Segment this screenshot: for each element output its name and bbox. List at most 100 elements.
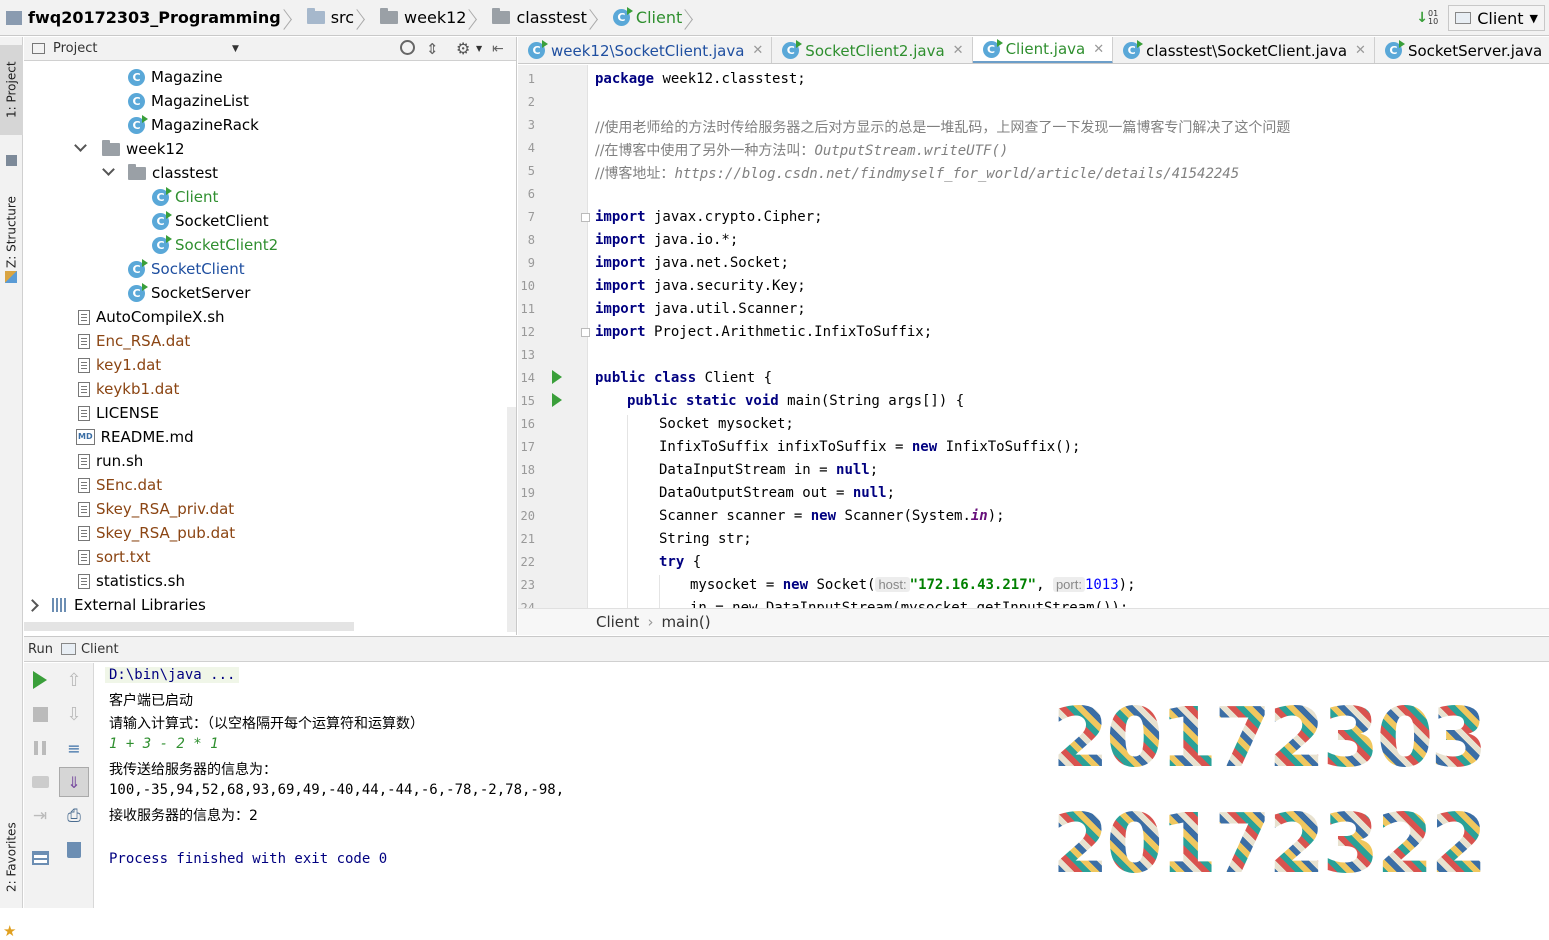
tree-item[interactable]: SEnc.dat — [78, 473, 162, 497]
horizontal-scrollbar[interactable] — [24, 622, 354, 631]
layout-icon[interactable] — [29, 847, 51, 869]
project-panel: Project ▼ ⇕ ⚙ ▼ ⇤ C Magazine C MagazineList… — [24, 37, 517, 635]
tree-item[interactable]: C SocketClient — [152, 209, 269, 233]
project-panel-header: Project ▼ ⇕ ⚙ ▼ ⇤ — [24, 37, 516, 61]
tree-item-label: Skey_RSA_pub.dat — [96, 524, 236, 542]
class-icon: C — [128, 68, 145, 86]
login-icon[interactable]: ⇥ — [29, 805, 51, 827]
editor-tab[interactable]: Cclasstest\SocketClient.java ✕ — [1113, 37, 1375, 63]
tree-item[interactable]: External Libraries — [52, 593, 206, 617]
pause-icon[interactable] — [29, 737, 51, 759]
tab-favorites[interactable]: 2: Favorites — [0, 812, 23, 902]
fold-icon[interactable] — [581, 213, 590, 222]
run-configuration-select[interactable]: Client ▼ — [1448, 5, 1545, 31]
down-arrow-icon[interactable]: ⇩ — [63, 703, 85, 725]
tree-item[interactable]: statistics.sh — [78, 569, 185, 593]
breadcrumb-src[interactable]: src — [306, 0, 354, 36]
tree-item-label: MagazineRack — [151, 116, 259, 134]
tree-item[interactable]: C SocketClient — [128, 257, 245, 281]
target-icon[interactable] — [400, 40, 415, 55]
chevron-right-icon[interactable] — [26, 599, 39, 612]
scroll-to-end-icon[interactable]: ⇓ — [59, 767, 89, 797]
breadcrumb-method[interactable]: main() — [661, 613, 710, 631]
tree-item[interactable]: key1.dat — [78, 353, 161, 377]
chevron-down-icon[interactable] — [102, 163, 115, 176]
line-number: 5 — [527, 164, 535, 178]
tree-item[interactable]: C Client — [152, 185, 218, 209]
tab-project[interactable]: 1: Project — [0, 45, 23, 135]
tree-item[interactable]: classtest — [128, 161, 218, 185]
file-icon — [78, 501, 90, 517]
overlay-number-1: 20172303 — [1052, 691, 1485, 786]
tree-item[interactable]: C MagazineList — [128, 89, 249, 113]
tree-item[interactable]: AutoCompileX.sh — [78, 305, 225, 329]
close-icon[interactable]: ✕ — [1355, 43, 1366, 58]
tree-item[interactable]: Enc_RSA.dat — [78, 329, 190, 353]
editor-tab-label: Client.java — [1005, 40, 1086, 58]
camera-icon[interactable] — [29, 771, 51, 793]
runnable-class-icon: C — [152, 186, 172, 206]
breadcrumb-client[interactable]: C Client — [612, 0, 682, 36]
code-line: public static void main(String args[]) { — [627, 393, 965, 409]
console-output[interactable]: D:\bin\java ... 客户端已启动 请输入计算式：（以空格隔开每个运算符和… — [95, 663, 1549, 908]
print-icon[interactable]: ⎙ — [63, 805, 85, 827]
tree-item[interactable]: C MagazineRack — [128, 113, 259, 137]
library-icon — [52, 598, 68, 612]
up-arrow-icon[interactable]: ⇧ — [63, 669, 85, 691]
tree-item[interactable]: LICENSE — [78, 401, 159, 425]
runnable-class-icon: C — [982, 38, 1003, 58]
code-editor[interactable]: 1 2 3 4 5 6 7 8 9 10 11 12 13 14 15 16 17 18 19 20 21 22 23 24 … — [518, 65, 1549, 608]
chevron-down-icon[interactable] — [74, 139, 87, 152]
hide-panel-icon[interactable]: ⇤ — [492, 41, 504, 57]
tree-item[interactable]: keykb1.dat — [78, 377, 179, 401]
editor-tab[interactable]: C Client.java ✕ — [972, 37, 1114, 63]
run-gutter-icon[interactable] — [552, 393, 562, 407]
tree-item[interactable]: C Magazine — [128, 65, 223, 89]
stop-icon[interactable] — [29, 703, 51, 725]
gear-icon[interactable]: ⚙ — [456, 39, 470, 58]
collapse-all-icon[interactable]: ⇕ — [426, 40, 439, 58]
tab-structure[interactable]: Z: Structure — [0, 187, 23, 277]
tree-item[interactable]: sort.txt — [78, 545, 150, 569]
console-line: 请输入计算式：（以空格隔开每个运算符和运算数） — [109, 716, 424, 732]
runnable-class-icon: C — [782, 40, 803, 59]
breadcrumb-project[interactable]: fwq20172303_Programming — [28, 0, 281, 36]
code-line: public class Client { — [595, 370, 773, 386]
project-view-select[interactable]: Project — [53, 41, 97, 56]
tree-item-label: key1.dat — [96, 356, 162, 374]
tree-item[interactable]: MD README.md — [76, 425, 194, 449]
tree-item[interactable]: run.sh — [78, 449, 143, 473]
sort-binary-icon[interactable]: ↓ 01 10 — [1416, 10, 1438, 27]
tree-item-label: Client — [175, 188, 219, 206]
editor-tab-label: classtest\SocketClient.java — [1146, 41, 1348, 60]
left-tool-window-bar: 1: Project Z: Structure 2: Favorites ★ — [0, 37, 23, 940]
tree-item-label: MagazineList — [151, 92, 249, 110]
runnable-class-icon: C — [528, 40, 548, 59]
chevron-down-icon[interactable]: ▼ — [232, 44, 239, 54]
rerun-icon[interactable] — [29, 669, 51, 691]
soft-wrap-icon[interactable]: ≡ — [63, 737, 85, 759]
run-tab-client[interactable]: Client — [81, 642, 119, 657]
vertical-scrollbar[interactable] — [507, 407, 516, 632]
tree-item-label: SocketClient — [175, 212, 269, 230]
tree-item[interactable]: C SocketServer — [128, 281, 250, 305]
breadcrumb-class[interactable]: Client — [596, 613, 639, 631]
trash-icon[interactable] — [63, 839, 85, 861]
tree-item[interactable]: week12 — [102, 137, 185, 161]
tree-item[interactable]: Skey_RSA_pub.dat — [78, 521, 235, 545]
tree-item[interactable]: C SocketClient2 — [152, 233, 278, 257]
close-icon[interactable]: ✕ — [953, 43, 964, 58]
run-gutter-icon[interactable] — [552, 370, 562, 384]
structure-tab-icon — [5, 271, 17, 283]
close-icon[interactable]: ✕ — [1093, 42, 1104, 57]
console-line: 1 + 3 - 2 * 1 — [109, 736, 219, 752]
tree-item[interactable]: Skey_RSA_priv.dat — [78, 497, 234, 521]
fold-icon[interactable] — [581, 328, 590, 337]
editor-tab[interactable]: Cweek12\SocketClient.java ✕ — [518, 37, 773, 63]
close-icon[interactable]: ✕ — [752, 43, 763, 58]
breadcrumb-week12[interactable]: week12 — [380, 0, 466, 36]
file-icon — [78, 453, 90, 469]
editor-tab[interactable]: CSocketServer.java✕ — [1375, 37, 1549, 63]
breadcrumb-classtest[interactable]: classtest — [492, 0, 587, 36]
editor-tab[interactable]: C SocketClient2.java ✕ — [772, 37, 973, 63]
